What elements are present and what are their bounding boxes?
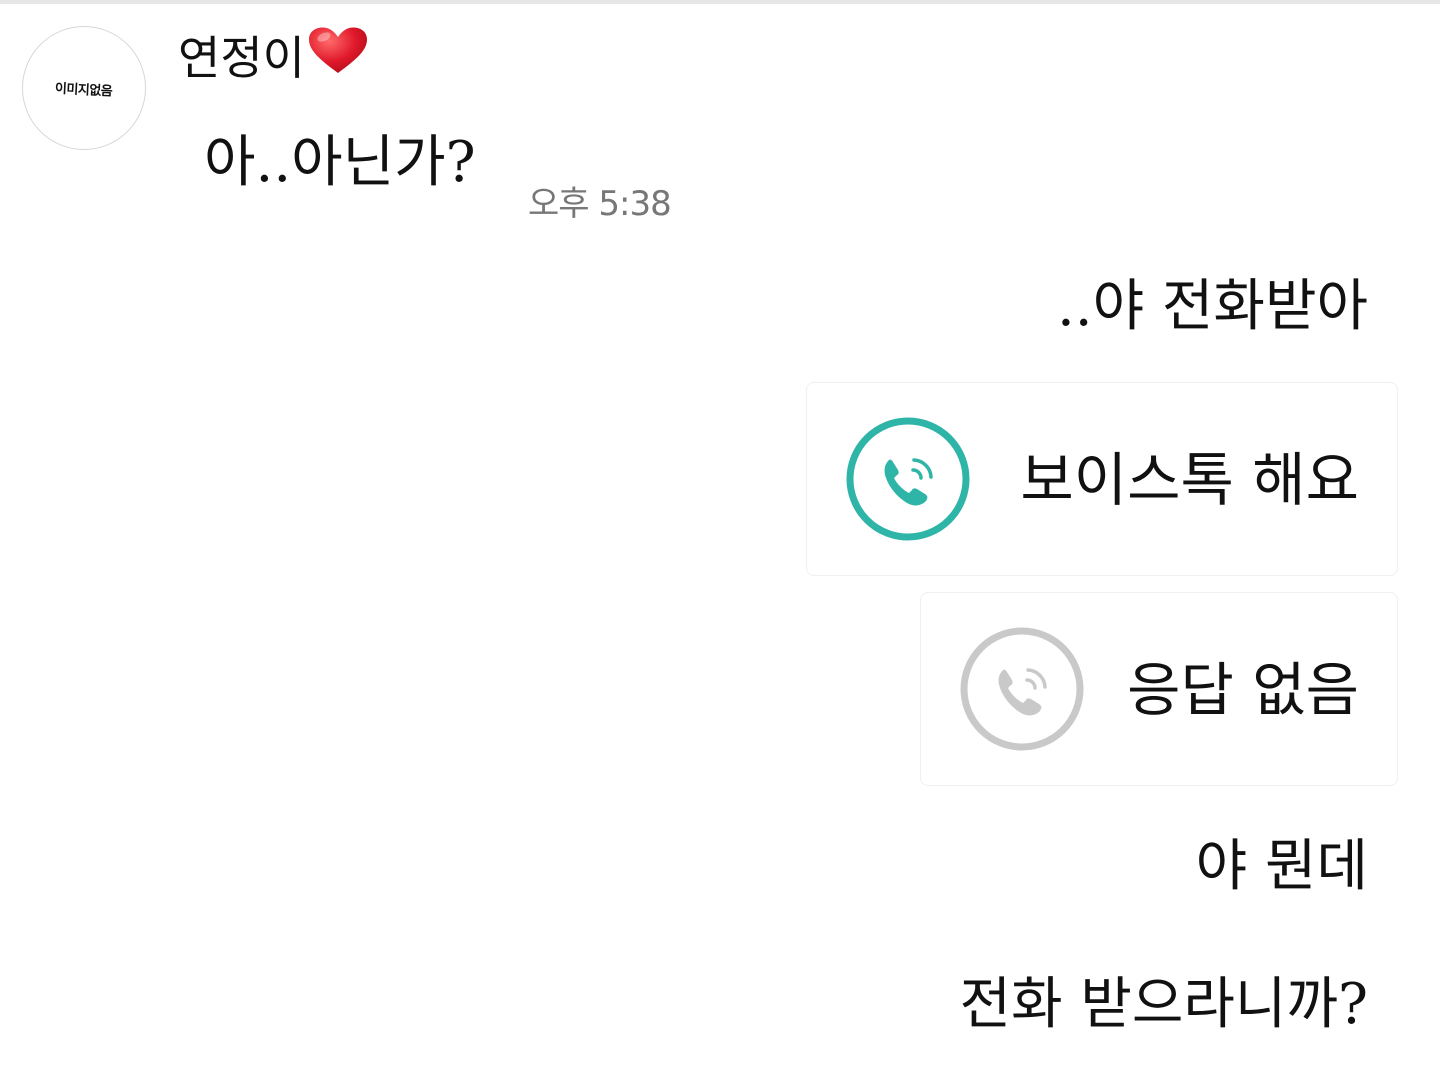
sent-message[interactable]: 전화 받으라니까? [960, 970, 1368, 1040]
avatar-placeholder-text: 이미지없음 [54, 81, 113, 99]
sender-name: 연정이 [178, 31, 305, 85]
missed-call-card[interactable]: 응답 없음 [920, 592, 1398, 786]
sender-avatar[interactable]: 이미지없음 [22, 26, 146, 150]
sent-message[interactable]: 야 뭔데 [1196, 832, 1368, 902]
voice-talk-card[interactable]: 보이스톡 해요 [806, 382, 1398, 576]
sent-message[interactable]: ..야 전화받아 [1057, 272, 1368, 342]
heart-icon [307, 26, 369, 90]
top-divider [0, 0, 1440, 4]
call-label: 보이스톡 해요 [1020, 446, 1359, 514]
phone-call-icon [845, 416, 971, 542]
call-label: 응답 없음 [1127, 656, 1359, 724]
phone-missed-icon [959, 626, 1085, 752]
sender-name-row: 연정이 [178, 26, 369, 94]
received-message[interactable]: 아..아닌가? [204, 128, 476, 198]
message-timestamp: 오후 5:38 [528, 184, 672, 224]
